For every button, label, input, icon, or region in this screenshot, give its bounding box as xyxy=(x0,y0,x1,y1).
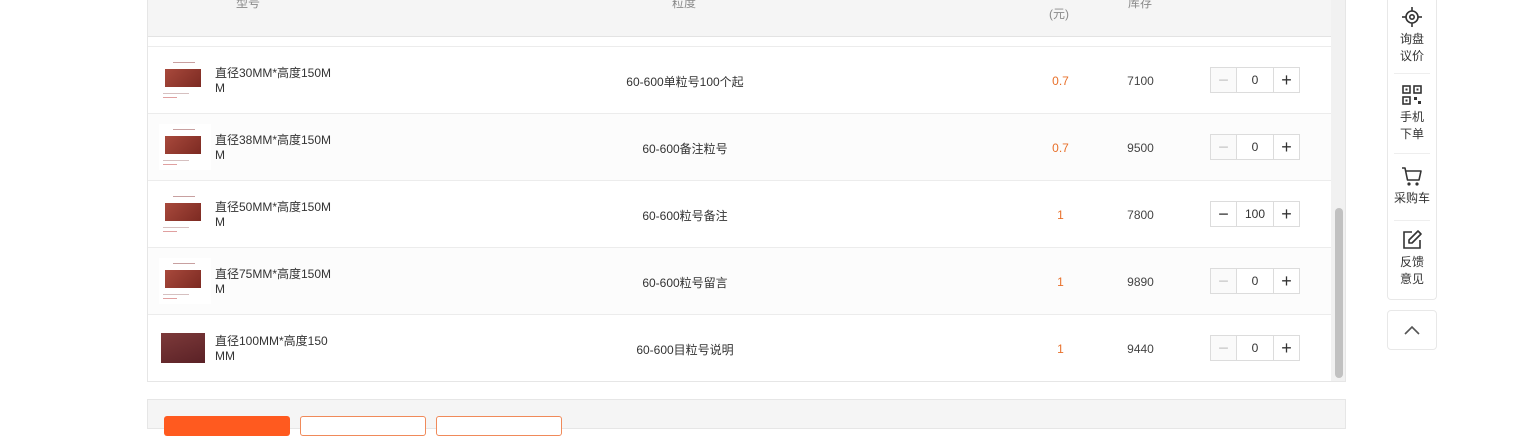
product-price: 1 xyxy=(1057,275,1064,289)
inquiry-label-1: 询盘 xyxy=(1399,32,1424,46)
increase-button[interactable]: + xyxy=(1273,135,1299,159)
increase-button[interactable]: + xyxy=(1273,68,1299,92)
quantity-stepper: − + xyxy=(1210,134,1300,160)
table-header: 型号 粒度 (元) 库存 xyxy=(148,0,1331,37)
product-grit: 60-600目粒号说明 xyxy=(636,343,734,357)
product-model: 直径100MM*高度150MM xyxy=(215,334,328,363)
primary-action-button[interactable] xyxy=(164,416,290,436)
product-stock: 7100 xyxy=(1127,74,1154,88)
decrease-button[interactable]: − xyxy=(1211,135,1237,159)
product-grit: 60-600单粒号100个起 xyxy=(626,75,744,89)
table-row: 直径30MM*高度150MM 60-600单粒号100个起 0.7 7100 −… xyxy=(148,47,1331,114)
purchase-cart-label: 采购车 xyxy=(1393,191,1430,205)
table-row: 直径100MM*高度150MM 60-600目粒号说明 1 9440 − + xyxy=(148,315,1331,381)
product-thumbnail[interactable] xyxy=(159,325,211,371)
table-row: 直径50MM*高度150MM 60-600粒号备注 1 7800 − + xyxy=(148,181,1331,248)
decrease-button[interactable]: − xyxy=(1211,202,1237,226)
product-price: 1 xyxy=(1057,208,1064,222)
product-price: 0.7 xyxy=(1052,74,1069,88)
qrcode-icon xyxy=(1402,85,1422,105)
header-price: (元) xyxy=(1049,7,1069,21)
cart-icon xyxy=(1402,167,1422,186)
side-toolbar: 询盘 议价 手机 下单 采购车 反馈 意见 xyxy=(1387,0,1437,300)
product-model: 直径38MM*高度150MM xyxy=(215,133,332,162)
mobile-order-button[interactable]: 手机 下单 xyxy=(1388,84,1436,143)
quantity-input[interactable] xyxy=(1237,269,1273,293)
quantity-stepper: − + xyxy=(1210,201,1300,227)
inquiry-button[interactable]: 询盘 议价 xyxy=(1388,6,1436,65)
quantity-stepper: − + xyxy=(1210,335,1300,361)
action-bar xyxy=(147,399,1346,436)
feedback-button[interactable]: 反馈 意见 xyxy=(1388,229,1436,288)
table-scrollbar[interactable] xyxy=(1331,0,1345,381)
product-grit: 60-600粒号留言 xyxy=(642,276,728,290)
product-stock: 9440 xyxy=(1127,342,1154,356)
quantity-stepper: − + xyxy=(1210,67,1300,93)
increase-button[interactable]: + xyxy=(1273,269,1299,293)
edit-icon xyxy=(1403,230,1422,249)
secondary-action-button[interactable] xyxy=(300,416,426,436)
inquiry-label-2: 议价 xyxy=(1399,49,1424,63)
tertiary-action-button[interactable] xyxy=(436,416,562,436)
product-thumbnail[interactable] xyxy=(159,258,211,304)
product-stock: 9500 xyxy=(1127,141,1154,155)
product-thumbnail[interactable] xyxy=(159,124,211,170)
product-thumbnail[interactable] xyxy=(159,57,211,103)
product-model: 直径75MM*高度150MM xyxy=(215,267,332,296)
decrease-button[interactable]: − xyxy=(1211,336,1237,360)
feedback-label-2: 意见 xyxy=(1399,272,1424,286)
table-row: 直径75MM*高度150MM 60-600粒号留言 1 9890 − + xyxy=(148,248,1331,315)
table-spacer xyxy=(148,37,1331,47)
quantity-input[interactable] xyxy=(1237,135,1273,159)
target-icon xyxy=(1402,7,1422,27)
chevron-up-icon xyxy=(1404,325,1420,335)
quantity-stepper: − + xyxy=(1210,268,1300,294)
header-grit: 粒度 xyxy=(672,0,697,10)
product-price: 1 xyxy=(1057,342,1064,356)
product-stock: 9890 xyxy=(1127,275,1154,289)
header-stock: 库存 xyxy=(1128,0,1153,10)
mobile-order-label-1: 手机 xyxy=(1399,110,1424,124)
product-price: 0.7 xyxy=(1052,141,1069,155)
table-row: 直径38MM*高度150MM 60-600备注粒号 0.7 9500 − + xyxy=(148,114,1331,181)
purchase-cart-button[interactable]: 采购车 xyxy=(1388,165,1436,207)
decrease-button[interactable]: − xyxy=(1211,68,1237,92)
product-model: 直径30MM*高度150MM xyxy=(215,66,332,95)
product-grit: 60-600粒号备注 xyxy=(642,209,728,223)
product-model: 直径50MM*高度150MM xyxy=(215,200,332,229)
product-stock: 7800 xyxy=(1127,208,1154,222)
scrollbar-thumb[interactable] xyxy=(1335,208,1343,378)
back-to-top-button[interactable] xyxy=(1387,310,1437,350)
quantity-input[interactable] xyxy=(1237,336,1273,360)
decrease-button[interactable]: − xyxy=(1211,269,1237,293)
increase-button[interactable]: + xyxy=(1273,202,1299,226)
mobile-order-label-2: 下单 xyxy=(1399,127,1424,141)
header-model: 型号 xyxy=(236,0,261,10)
increase-button[interactable]: + xyxy=(1273,336,1299,360)
product-table: 型号 粒度 (元) 库存 直径30MM*高度150MM 60-600单粒号100… xyxy=(147,0,1346,382)
feedback-label-1: 反馈 xyxy=(1399,255,1424,269)
quantity-input[interactable] xyxy=(1237,202,1273,226)
product-grit: 60-600备注粒号 xyxy=(642,142,728,156)
product-thumbnail[interactable] xyxy=(159,191,211,237)
quantity-input[interactable] xyxy=(1237,68,1273,92)
